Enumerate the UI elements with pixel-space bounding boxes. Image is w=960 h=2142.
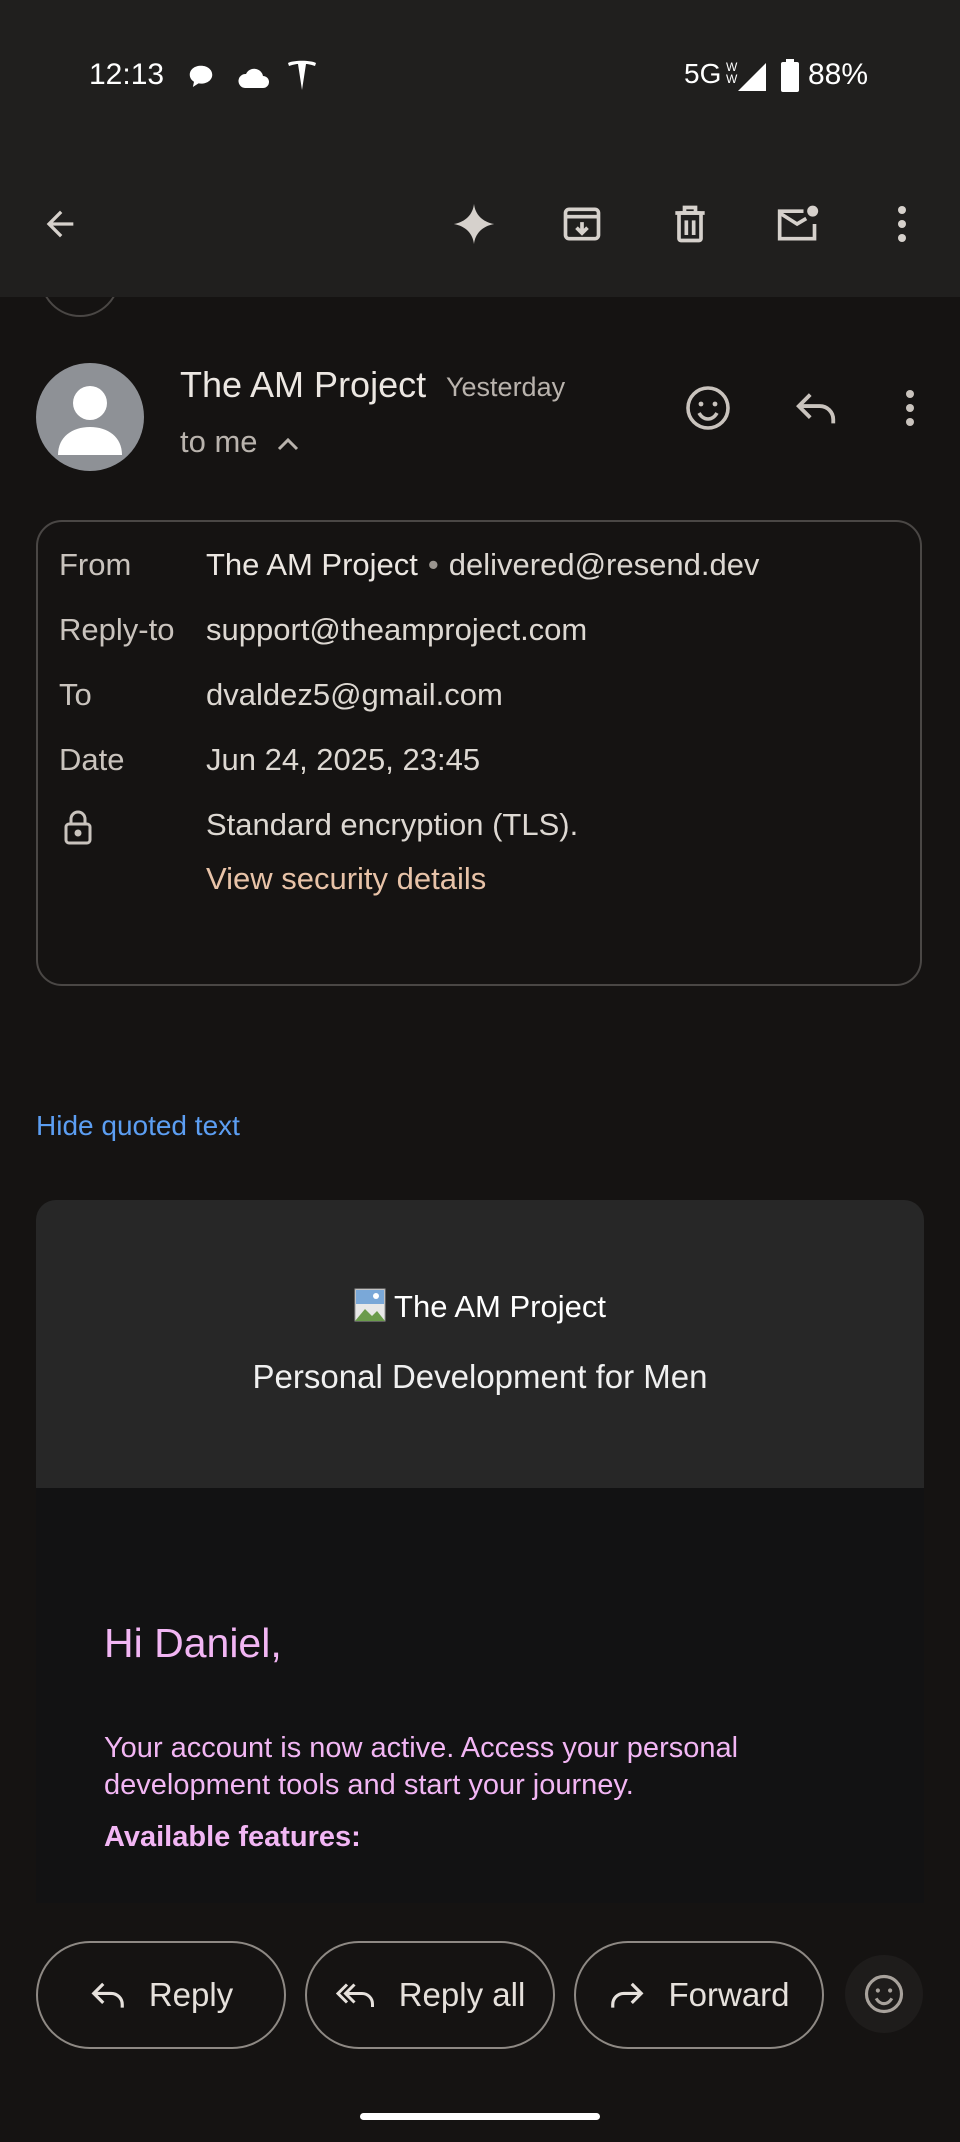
message-more-button[interactable] <box>874 372 946 444</box>
network-indicator: 5G <box>684 58 722 89</box>
battery-icon <box>781 59 799 92</box>
to-label: To <box>59 677 92 712</box>
emoji-icon <box>863 1973 905 2015</box>
mark-unread-icon <box>774 202 822 246</box>
tesla-icon <box>286 58 318 92</box>
reply-button[interactable]: Reply <box>36 1941 286 2049</box>
greeting: Hi Daniel, <box>104 1620 282 1666</box>
cloud-icon <box>236 64 270 90</box>
battery-percent: 88% <box>808 58 869 91</box>
forward-icon <box>608 1979 646 2011</box>
reply-all-icon <box>335 1979 377 2011</box>
add-reaction-button[interactable] <box>672 372 744 444</box>
to-value[interactable]: dvaldez5@gmail.com <box>206 677 503 713</box>
tagline: Personal Development for Men <box>252 1358 708 1395</box>
from-name: The AM Project <box>206 547 418 582</box>
sender-name: The AM Project <box>180 364 427 405</box>
recipient-summary: to me <box>180 424 258 459</box>
signal-icon <box>737 62 767 92</box>
mark-unread-button[interactable] <box>762 188 834 260</box>
gemini-button[interactable] <box>438 188 510 260</box>
reply-icon <box>89 1979 127 2011</box>
toolbar-more-button[interactable] <box>866 188 938 260</box>
sparkle-icon <box>452 202 496 246</box>
reply-icon <box>793 388 839 428</box>
reply-to-label: Reply-to <box>59 612 175 647</box>
bottom-reaction-button[interactable] <box>845 1955 923 2033</box>
forward-label: Forward <box>668 1976 790 2013</box>
back-button[interactable] <box>24 188 96 260</box>
delete-button[interactable] <box>654 188 726 260</box>
broken-image-icon <box>354 1288 392 1326</box>
emoji-icon <box>684 384 732 432</box>
forward-button[interactable]: Forward <box>574 1941 824 2049</box>
back-arrow-icon <box>40 204 80 244</box>
wifi-calling-glyph: WW <box>726 60 738 86</box>
security-details-link[interactable]: View security details <box>206 861 486 897</box>
sender-avatar[interactable] <box>36 363 144 471</box>
recipient-toggle[interactable]: to me <box>180 424 300 460</box>
logo-alt-text: The AM Project <box>394 1289 606 1324</box>
archive-button[interactable] <box>546 188 618 260</box>
separator-dot: • <box>427 547 439 582</box>
date-label: Date <box>59 742 125 777</box>
status-bar: 12:13 5G WW 88% <box>0 0 960 150</box>
reply-icon-button[interactable] <box>780 372 852 444</box>
reply-all-label: Reply all <box>398 1976 526 2013</box>
from-email[interactable]: delivered@resend.dev <box>449 547 760 582</box>
status-time: 12:13 <box>89 58 165 91</box>
reply-to-value[interactable]: support@theamproject.com <box>206 612 587 648</box>
email-content-header <box>36 1200 924 1488</box>
date-value: Jun 24, 2025, 23:45 <box>206 742 481 777</box>
hide-quoted-text-link[interactable]: Hide quoted text <box>36 1110 240 1142</box>
from-label: From <box>59 547 132 582</box>
archive-icon <box>560 202 604 246</box>
lock-icon <box>63 809 93 845</box>
features-heading: Available features: <box>104 1821 361 1853</box>
chevron-up-icon <box>276 436 300 452</box>
from-value: The AM Project • delivered@resend.dev <box>206 547 759 583</box>
delete-icon <box>668 202 712 246</box>
toolbar <box>0 150 960 297</box>
reply-label: Reply <box>148 1976 234 2013</box>
message-date: Yesterday <box>446 372 566 402</box>
chat-bubble-icon <box>186 62 216 92</box>
home-indicator[interactable] <box>360 2113 600 2120</box>
reply-all-button[interactable]: Reply all <box>305 1941 555 2049</box>
previous-message-avatar-edge <box>40 297 120 317</box>
logo-row: The AM Project <box>0 1288 960 1326</box>
body-paragraph: Your account is now active. Access your … <box>104 1732 739 1801</box>
more-vert-icon <box>896 204 908 244</box>
encryption-text: Standard encryption (TLS). <box>206 807 579 842</box>
more-vert-icon <box>904 388 916 428</box>
